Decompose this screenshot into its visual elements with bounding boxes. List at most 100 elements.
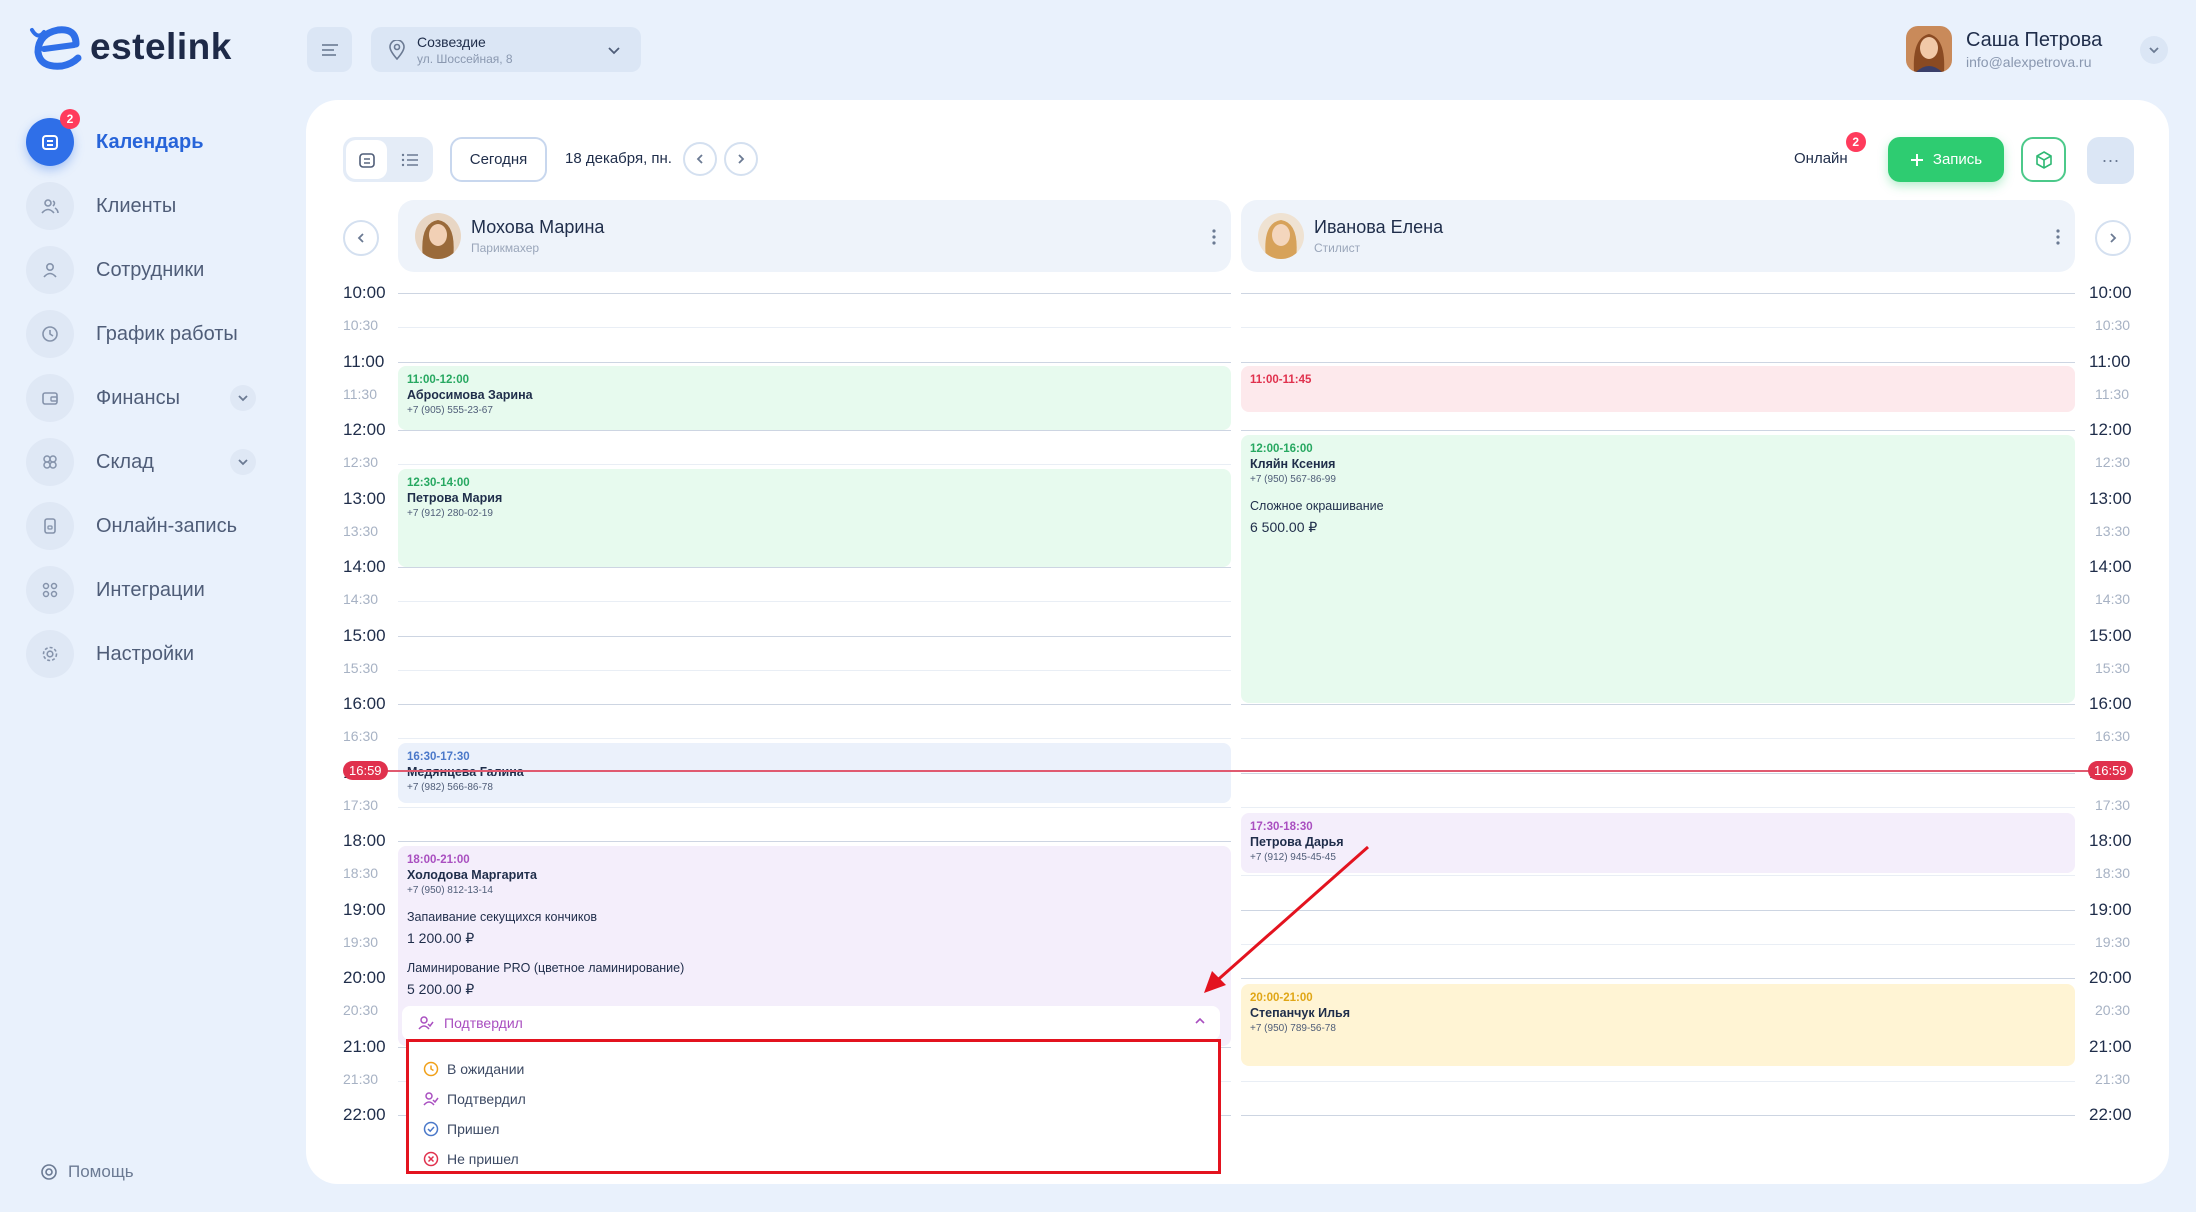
wallet-icon (26, 374, 74, 422)
grid-line (398, 704, 1231, 705)
kebab-menu-icon[interactable] (1211, 228, 1217, 246)
logo-icon (30, 26, 82, 70)
location-select[interactable]: Созвездие ул. Шоссейная, 8 (371, 27, 641, 72)
service-name: Ламинирование PRO (цветное ламинирование… (407, 961, 685, 975)
grid-line (1241, 1080, 2075, 1082)
online-bookings-link[interactable]: Онлайн 2 (1794, 132, 1866, 167)
grid-line (1241, 704, 2075, 705)
prev-staff-button[interactable] (343, 220, 379, 256)
status-select[interactable]: Подтвердил (402, 1006, 1220, 1040)
brand-logo[interactable]: estelink (26, 24, 232, 70)
time-label: 19:30 (2095, 933, 2131, 950)
status-option-label: Не пришел (447, 1151, 519, 1167)
status-option-label: Пришел (447, 1121, 500, 1137)
staff-header-mokhova[interactable]: Мохова Марина Парикмахер (398, 200, 1231, 272)
status-option-no-show[interactable]: Не пришел (409, 1144, 1218, 1174)
appointment-card[interactable]: 12:00-16:00 Кляйн Ксения +7 (950) 567-86… (1241, 435, 2075, 703)
sidebar-item-label: Сотрудники (96, 258, 205, 281)
sidebar-item-clients[interactable]: Клиенты (26, 182, 176, 230)
status-option-pending[interactable]: В ожидании (409, 1054, 1218, 1084)
grid-line (1241, 772, 2075, 774)
staff-header-ivanova[interactable]: Иванова Елена Стилист (1241, 200, 2075, 272)
chevron-right-icon (738, 154, 745, 164)
appointment-card[interactable]: 12:30-14:00 Петрова Мария +7 (912) 280-0… (398, 469, 1231, 567)
user-check-icon (423, 1092, 439, 1106)
appointment-time: 12:30-14:00 (407, 477, 470, 489)
chevron-right-icon (2110, 233, 2117, 243)
time-label: 16:00 (2089, 694, 2132, 713)
calendar-badge: 2 (60, 109, 80, 129)
sidebar-item-label: Склад (96, 450, 154, 473)
sidebar-item-settings[interactable]: Настройки (26, 630, 194, 678)
list-view-button[interactable] (389, 140, 430, 179)
today-button[interactable]: Сегодня (450, 137, 547, 182)
current-time-badge-right: 16:59 (2088, 761, 2133, 780)
time-label: 22:00 (2089, 1105, 2132, 1124)
grid-line (398, 361, 1231, 363)
product-button[interactable] (2021, 137, 2066, 182)
appointment-card[interactable]: 11:00-11:45 (1241, 366, 2075, 412)
time-label: 19:30 (343, 933, 379, 950)
status-option-confirmed[interactable]: Подтвердил (409, 1084, 1218, 1114)
client-phone: +7 (982) 566-86-78 (407, 782, 493, 793)
time-label: 18:30 (2095, 865, 2131, 882)
prev-day-button[interactable] (683, 142, 717, 176)
service-price: 1 200.00 ₽ (407, 930, 475, 946)
sidebar-item-online-booking[interactable]: Онлайн-запись (26, 502, 237, 550)
time-label: 10:30 (343, 317, 379, 334)
finance-chevron-down-icon[interactable] (230, 385, 256, 411)
time-label: 13:30 (343, 522, 379, 539)
grid-line (1241, 1115, 2075, 1116)
chevron-left-icon (357, 233, 364, 243)
time-label: 20:30 (343, 1002, 379, 1019)
time-label: 12:30 (2095, 454, 2131, 471)
user-profile[interactable]: Саша Петрова info@alexpetrova.ru (1906, 26, 2102, 72)
time-label: 15:00 (343, 625, 386, 645)
menu-toggle-button[interactable] (307, 27, 352, 72)
annotation-arrow-icon (1204, 845, 1369, 993)
user-name: Саша Петрова (1966, 28, 2103, 51)
view-toggle[interactable] (343, 137, 433, 182)
grid-line (398, 806, 1231, 808)
client-name: Петрова Мария (407, 491, 503, 505)
sidebar-item-integrations[interactable]: Интеграции (26, 566, 205, 614)
time-label: 19:00 (2089, 899, 2132, 919)
calendar-view-button[interactable] (346, 140, 387, 179)
appointment-card[interactable]: 16:30-17:30 Медянцева Галина +7 (982) 56… (398, 743, 1231, 803)
sidebar-item-warehouse[interactable]: Склад (26, 438, 154, 486)
appointment-time: 11:00-12:00 (407, 374, 470, 386)
client-phone: +7 (950) 789-56-78 (1250, 1023, 1336, 1034)
lifebuoy-icon (41, 1164, 57, 1180)
more-options-button[interactable]: ··· (2087, 137, 2134, 184)
help-link[interactable]: Помощь (40, 1162, 134, 1182)
sidebar-item-label: График работы (96, 322, 238, 345)
client-name: Кляйн Ксения (1250, 457, 1336, 471)
sidebar-item-employees[interactable]: Сотрудники (26, 246, 204, 294)
appointment-card[interactable]: 11:00-12:00 Абросимова Зарина +7 (905) 5… (398, 366, 1231, 430)
service-price: 6 500.00 ₽ (1250, 519, 1318, 535)
grid-line (398, 567, 1231, 568)
grid-line (398, 293, 1231, 294)
grid-line (398, 635, 1231, 637)
sidebar-item-finance[interactable]: Финансы (26, 374, 180, 422)
appointment-time: 16:30-17:30 (407, 751, 470, 763)
sidebar-item-label: Клиенты (96, 194, 177, 217)
next-day-button[interactable] (724, 142, 758, 176)
user-menu-chevron-icon[interactable] (2140, 36, 2168, 64)
status-option-arrived[interactable]: Пришел (409, 1114, 1218, 1144)
grid-line (398, 738, 1231, 740)
time-label: 19:00 (343, 899, 386, 919)
appointment-time: 18:00-21:00 (407, 854, 470, 866)
warehouse-chevron-down-icon[interactable] (230, 449, 256, 475)
add-booking-button[interactable]: Запись (1888, 137, 2004, 182)
next-staff-button[interactable] (2095, 220, 2131, 256)
calendar-icon (358, 152, 375, 168)
sidebar-item-calendar[interactable]: 2 Календарь (26, 109, 204, 166)
kebab-menu-icon[interactable] (2055, 228, 2061, 246)
time-label: 11:00 (2089, 351, 2131, 371)
user-check-icon (418, 1016, 434, 1030)
client-phone: +7 (950) 567-86-99 (1250, 474, 1336, 485)
time-label: 20:00 (2089, 968, 2132, 987)
sidebar-item-schedule[interactable]: График работы (26, 310, 238, 358)
users-icon (26, 182, 74, 230)
